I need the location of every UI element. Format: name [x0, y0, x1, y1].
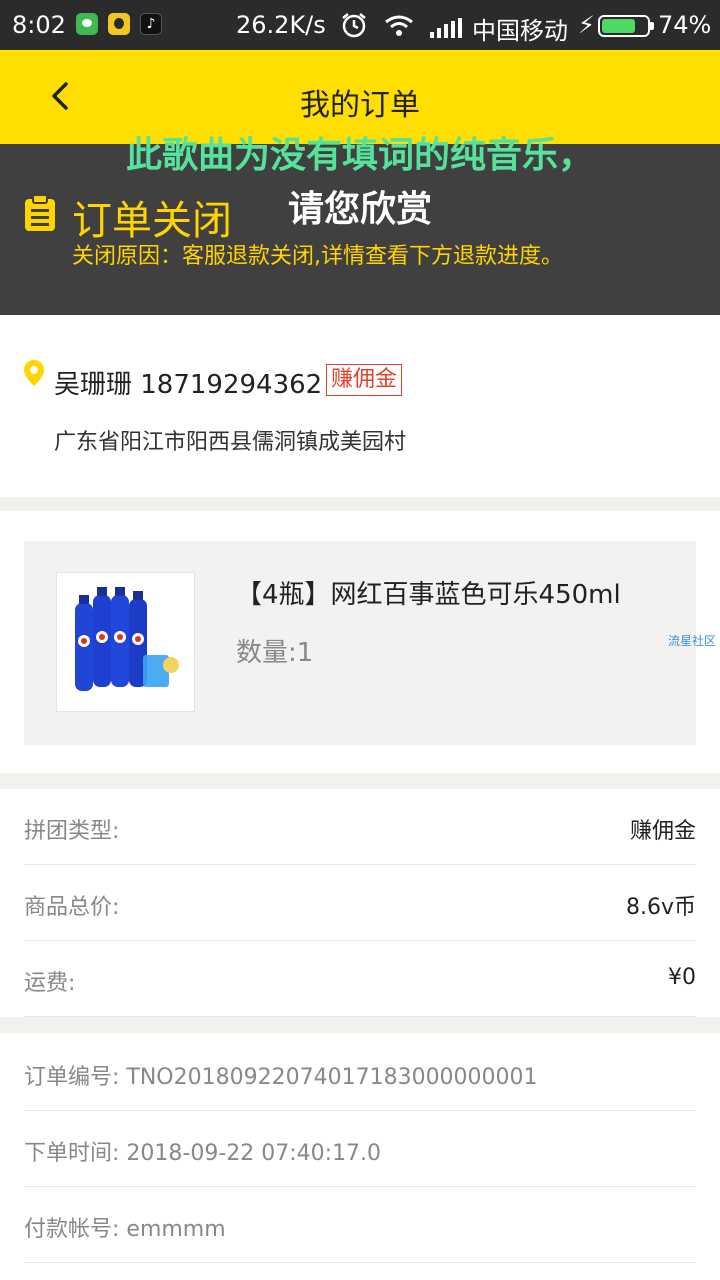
lyric-overlay-line-2: 请您欣赏 — [287, 189, 432, 230]
section-divider — [0, 1017, 720, 1033]
order-close-reason: 关闭原因：客服退款关闭,详情查看下方退款进度。 — [72, 244, 563, 269]
status-time: 8:02 — [12, 11, 66, 39]
product-name: 【4瓶】网红百事蓝色可乐450ml — [236, 580, 621, 610]
status-bar: 8:02 ♪ 26.2K/s 中国移动 ⚡ 74% — [0, 0, 720, 50]
wifi-icon — [384, 14, 414, 44]
charging-icon: ⚡ — [578, 11, 595, 39]
signal-icon — [430, 16, 462, 44]
battery-icon — [598, 15, 654, 37]
detail-row-order-time: 下单时间: 2018-09-22 07:40:17.0 — [24, 1111, 696, 1187]
product-quantity: 数量:1 — [236, 638, 314, 668]
summary-row-shipping: 运费: ¥0 — [24, 941, 696, 1017]
battery-percent: 74% — [658, 11, 712, 39]
carrier-name: 中国移动 — [472, 17, 568, 45]
summary-row-total: 商品总价: 8.6v币 — [24, 865, 696, 941]
address-line: 广东省阳江市阳西县儒洞镇成美园村 — [54, 430, 407, 455]
summary-row-group-type: 拼团类型: 赚佣金 — [24, 789, 696, 865]
order-time: 下单时间: 2018-09-22 07:40:17.0 — [24, 1141, 382, 1166]
summary-value: 8.6v币 — [625, 895, 696, 920]
battery-fill — [602, 19, 635, 33]
summary-value: 赚佣金 — [629, 819, 696, 844]
watermark-text: 流星社区 — [668, 634, 717, 648]
summary-value: ¥0 — [668, 965, 696, 990]
summary-label: 商品总价: — [24, 895, 120, 920]
location-pin-icon — [24, 360, 44, 386]
detail-row-payment-account: 付款帐号: emmmm — [24, 1187, 696, 1263]
detail-row-order-number: 订单编号: TNO20180922074017183000000001 — [24, 1035, 696, 1111]
wechat-icon — [76, 13, 98, 35]
section-divider — [0, 773, 720, 789]
lyric-overlay-line-1: 此歌曲为没有填词的纯音乐， — [125, 135, 594, 176]
shipping-address-section[interactable] — [0, 315, 720, 497]
summary-label: 拼团类型: — [24, 819, 120, 844]
section-divider — [0, 497, 720, 511]
tiktok-icon: ♪ — [140, 13, 162, 35]
alarm-icon — [340, 11, 368, 45]
fruit-app-icon — [108, 13, 130, 35]
network-speed: 26.2K/s — [236, 11, 326, 39]
order-number: 订单编号: TNO20180922074017183000000001 — [24, 1065, 538, 1090]
summary-label: 运费: — [24, 971, 76, 996]
commission-badge: 赚佣金 — [326, 364, 403, 396]
page-title: 我的订单 — [300, 88, 420, 123]
payment-account: 付款帐号: emmmm — [24, 1217, 226, 1242]
product-thumbnail[interactable] — [56, 572, 195, 712]
recipient-name-phone: 吴珊珊 18719294362 — [54, 370, 323, 400]
